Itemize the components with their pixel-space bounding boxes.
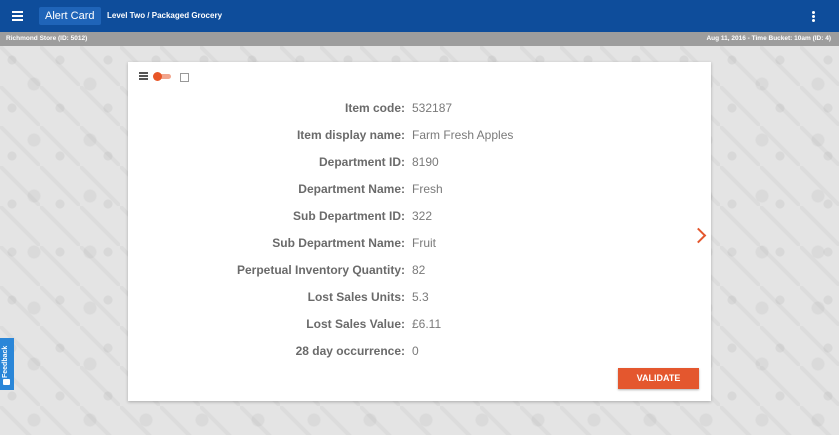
time-bucket-label: Aug 11, 2016 - Time Bucket: 10am (ID: 4): [706, 35, 831, 42]
detail-label: 28 day occurrence:: [295, 344, 405, 358]
detail-row-28-day-occurrence: 28 day occurrence: 0: [128, 339, 711, 366]
detail-label: Lost Sales Units:: [307, 290, 405, 304]
detail-row-department-name: Department Name: Fresh: [128, 177, 711, 204]
detail-value: 5.3: [412, 290, 429, 304]
detail-value: 322: [412, 209, 433, 223]
breadcrumb: Level Two / Packaged Grocery: [107, 11, 223, 20]
detail-label: Lost Sales Value:: [306, 317, 405, 331]
detail-value: 532187: [412, 101, 453, 115]
alert-card: Item code: 532187 Item display name: Far…: [128, 62, 711, 401]
detail-value: Farm Fresh Apples: [412, 128, 514, 142]
feedback-label: Feedback: [2, 345, 9, 378]
detail-label: Sub Department Name:: [272, 236, 405, 250]
detail-label: Item code:: [344, 101, 405, 115]
detail-row-sub-department-id: Sub Department ID: 322: [128, 204, 711, 231]
detail-row-department-id: Department ID: 8190: [128, 150, 711, 177]
list-icon[interactable]: [139, 72, 148, 80]
app-bar: Alert Card Level Two / Packaged Grocery: [0, 0, 839, 32]
detail-value: 0: [412, 344, 419, 358]
menu-icon[interactable]: [12, 11, 23, 21]
detail-row-item-code: Item code: 532187: [128, 96, 711, 123]
detail-label: Perpetual Inventory Quantity:: [236, 263, 405, 277]
store-info-bar: Richmond Store (ID: 5012) Aug 11, 2016 -…: [0, 32, 839, 46]
store-label: Richmond Store (ID: 5012): [6, 35, 88, 42]
detail-row-item-display-name: Item display name: Farm Fresh Apples: [128, 123, 711, 150]
detail-value: 8190: [412, 155, 439, 169]
detail-label: Department ID:: [318, 155, 405, 169]
more-vert-icon[interactable]: [812, 11, 815, 23]
detail-list: Item code: 532187 Item display name: Far…: [128, 96, 711, 366]
detail-row-lost-sales-value: Lost Sales Value: £6.11: [128, 312, 711, 339]
feedback-tab[interactable]: Feedback: [0, 338, 14, 390]
validate-button[interactable]: VALIDATE: [618, 368, 699, 389]
feedback-icon: [3, 379, 10, 385]
detail-row-perpetual-inventory: Perpetual Inventory Quantity: 82: [128, 258, 711, 285]
detail-row-lost-sales-units: Lost Sales Units: 5.3: [128, 285, 711, 312]
detail-label: Sub Department ID:: [292, 209, 405, 223]
view-toggle[interactable]: [153, 72, 172, 81]
detail-value: £6.11: [412, 317, 442, 331]
app-title: Alert Card: [39, 7, 101, 25]
detail-row-sub-department-name: Sub Department Name: Fruit: [128, 231, 711, 258]
detail-value: Fresh: [412, 182, 443, 196]
detail-label: Item display name:: [296, 128, 405, 142]
chart-icon[interactable]: [180, 73, 189, 82]
toggle-knob: [153, 72, 162, 81]
detail-value: 82: [412, 263, 426, 277]
detail-label: Department Name:: [298, 182, 405, 196]
detail-value: Fruit: [412, 236, 436, 250]
